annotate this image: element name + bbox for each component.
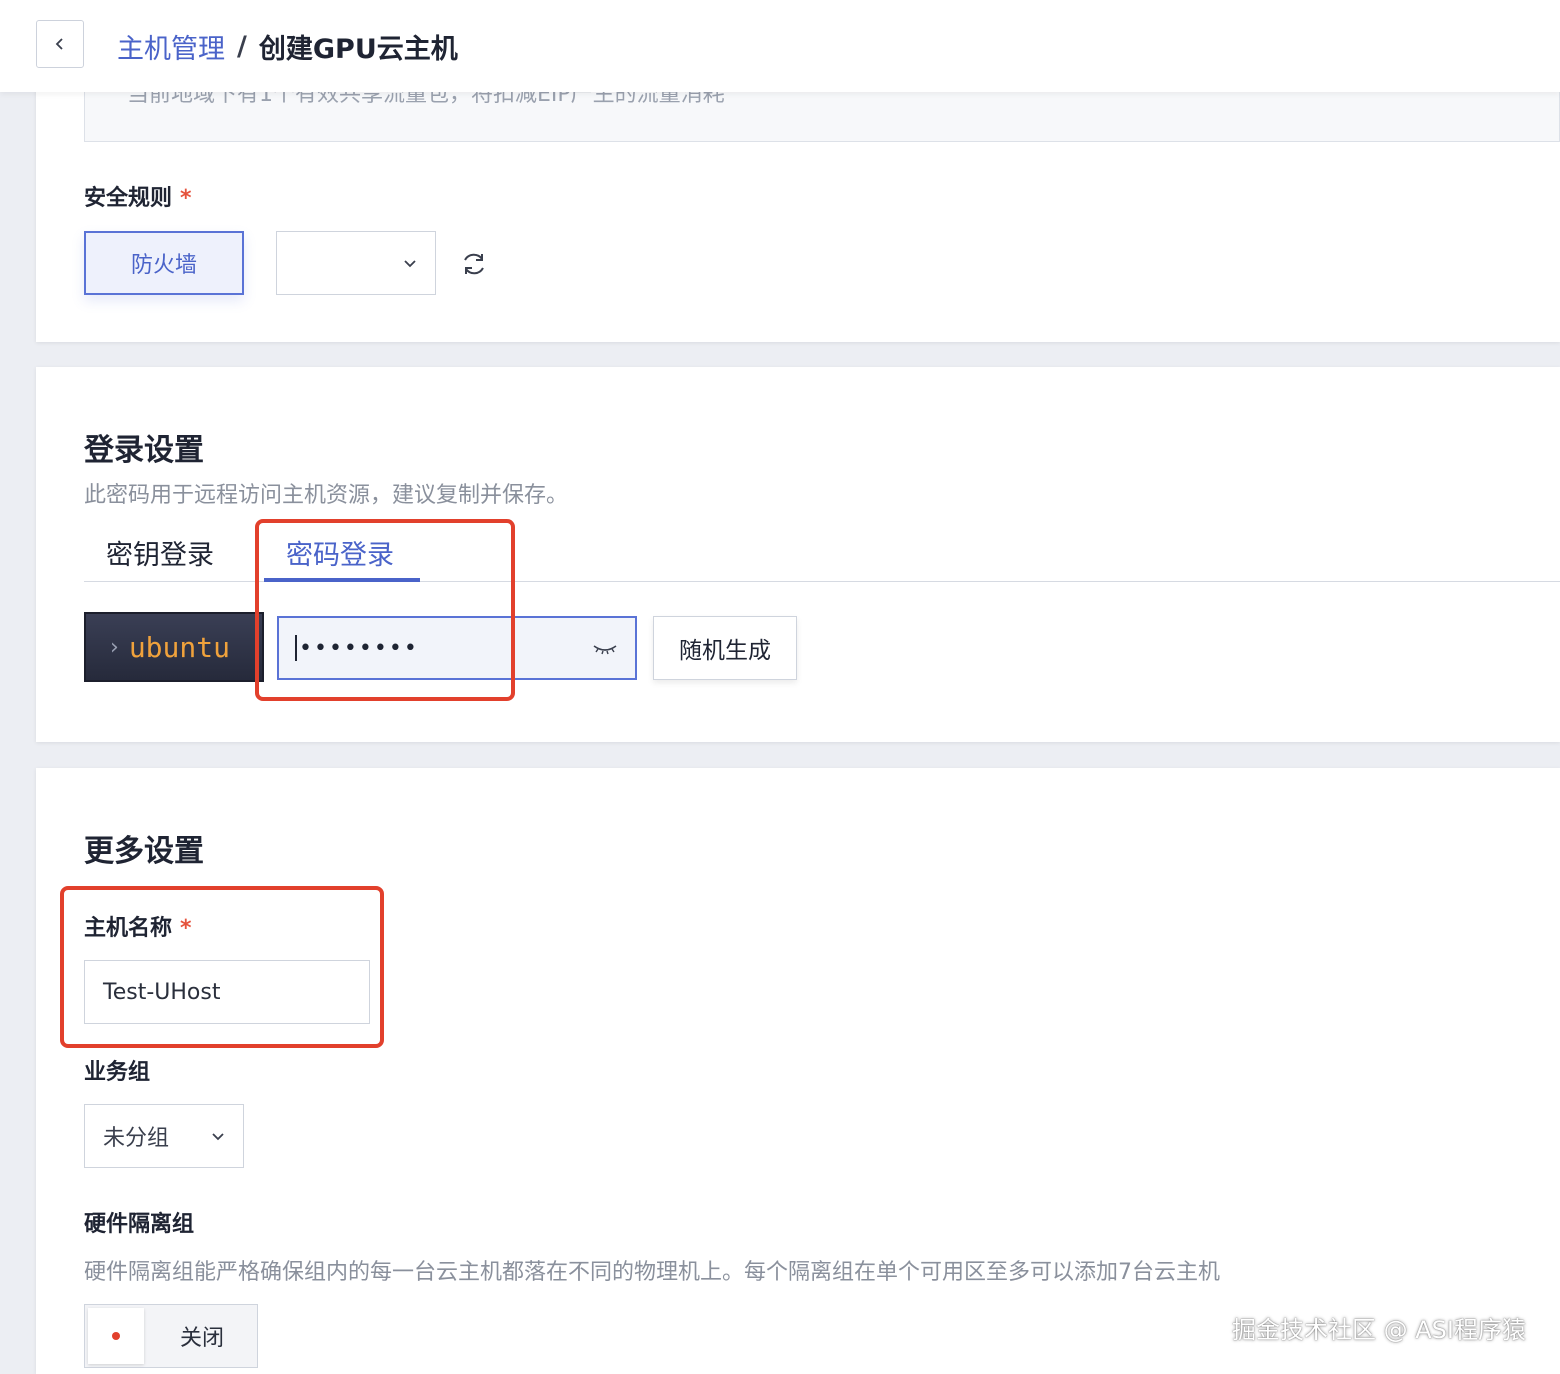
back-button[interactable] — [36, 20, 84, 68]
chevron-down-icon — [404, 260, 416, 268]
login-settings-title: 登录设置 — [84, 433, 204, 468]
hostname-label-text: 主机名称 — [84, 916, 173, 941]
chevron-down-icon — [212, 1133, 224, 1141]
eye-closed-icon[interactable] — [591, 638, 619, 658]
random-generate-button[interactable]: 随机生成 — [653, 616, 797, 680]
page-title: 创建GPU云主机 — [258, 33, 458, 65]
active-tab-indicator — [264, 578, 420, 582]
security-rules-label: 安全规则 * — [84, 180, 192, 212]
toggle-status-dot — [112, 1332, 120, 1340]
watermark: 掘金技术社区 @ ASI程序猿 — [1232, 1316, 1526, 1344]
hostname-label: 主机名称 * — [84, 910, 192, 942]
business-group-value: 未分组 — [103, 1126, 170, 1151]
business-group-label: 业务组 — [84, 1060, 151, 1085]
more-settings-title: 更多设置 — [84, 834, 204, 869]
required-mark: * — [180, 916, 192, 941]
isolation-group-toggle[interactable]: 关闭 — [84, 1304, 258, 1368]
breadcrumb-parent-link[interactable]: 主机管理 — [117, 27, 225, 66]
business-group-select[interactable]: 未分组 — [84, 1104, 244, 1168]
required-mark: * — [180, 186, 192, 211]
firewall-select[interactable] — [276, 231, 436, 295]
text-cursor — [295, 635, 297, 661]
page-background-strip — [0, 92, 36, 1374]
tab-key-login[interactable]: 密钥登录 — [106, 533, 214, 572]
tab-password-login[interactable]: 密码登录 — [286, 533, 394, 572]
firewall-button[interactable]: 防火墙 — [84, 231, 244, 295]
more-settings-card: 更多设置 主机名称 * Test-UHost 业务组 未分组 硬件隔离组 硬件隔离… — [36, 768, 1560, 1374]
isolation-group-description: 硬件隔离组能严格确保组内的每一台云主机都落在不同的物理机上。每个隔离组在单个可用… — [84, 1260, 1221, 1285]
refresh-icon[interactable] — [460, 250, 488, 278]
top-header: 主机管理 / 创建GPU云主机 — [0, 0, 1560, 92]
password-input[interactable]: •••••••• — [277, 616, 637, 680]
chevron-left-icon — [55, 38, 63, 50]
chevron-right-icon: › — [110, 634, 119, 660]
username-chip: › ubuntu — [84, 612, 264, 682]
breadcrumb-separator: / — [237, 30, 247, 62]
login-settings-description: 此密码用于远程访问主机资源，建议复制并保存。 — [84, 483, 569, 508]
toggle-knob — [88, 1308, 144, 1364]
username-value: ubuntu — [128, 630, 230, 664]
network-settings-card: 当前地域下有1个有效共享流量包，将扣减EIP产生的流量消耗 安全规则 * 防火墙 — [36, 80, 1560, 342]
security-rules-label-text: 安全规则 — [84, 186, 173, 211]
hostname-input[interactable]: Test-UHost — [84, 960, 370, 1024]
password-value: •••••••• — [299, 635, 419, 661]
breadcrumb: 主机管理 / 创建GPU云主机 — [117, 26, 458, 66]
isolation-group-label: 硬件隔离组 — [84, 1212, 195, 1237]
toggle-state-label: 关闭 — [179, 1326, 224, 1351]
login-settings-card: 登录设置 此密码用于远程访问主机资源，建议复制并保存。 密钥登录 密码登录 › … — [36, 367, 1560, 742]
